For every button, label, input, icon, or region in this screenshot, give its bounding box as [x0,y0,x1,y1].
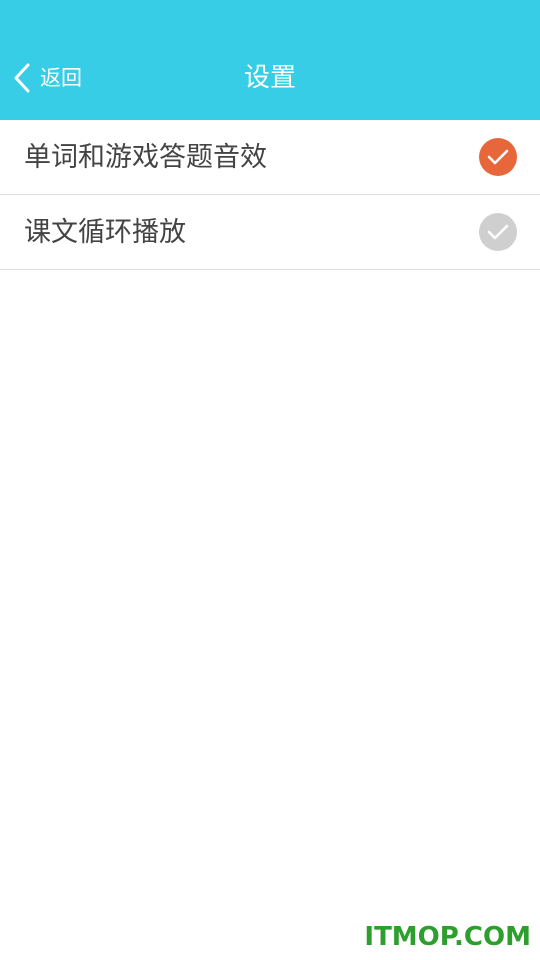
top-bar: 返回 设置 [0,0,540,120]
setting-row-sound-effects[interactable]: 单词和游戏答题音效 [0,120,540,195]
setting-label: 单词和游戏答题音效 [24,141,267,173]
page-title: 设置 [243,63,296,93]
watermark-logo: ITMOP.COM [364,922,531,952]
settings-screen: 返回 设置 单词和游戏答题音效 课文循环播放 ITMOP.COM [0,0,540,960]
setting-label: 课文循环播放 [24,216,186,248]
settings-list: 单词和游戏答题音效 课文循环播放 [0,120,540,270]
check-circle-icon[interactable] [479,138,517,176]
setting-row-loop-playback[interactable]: 课文循环播放 [0,195,540,270]
check-circle-icon[interactable] [479,213,517,251]
